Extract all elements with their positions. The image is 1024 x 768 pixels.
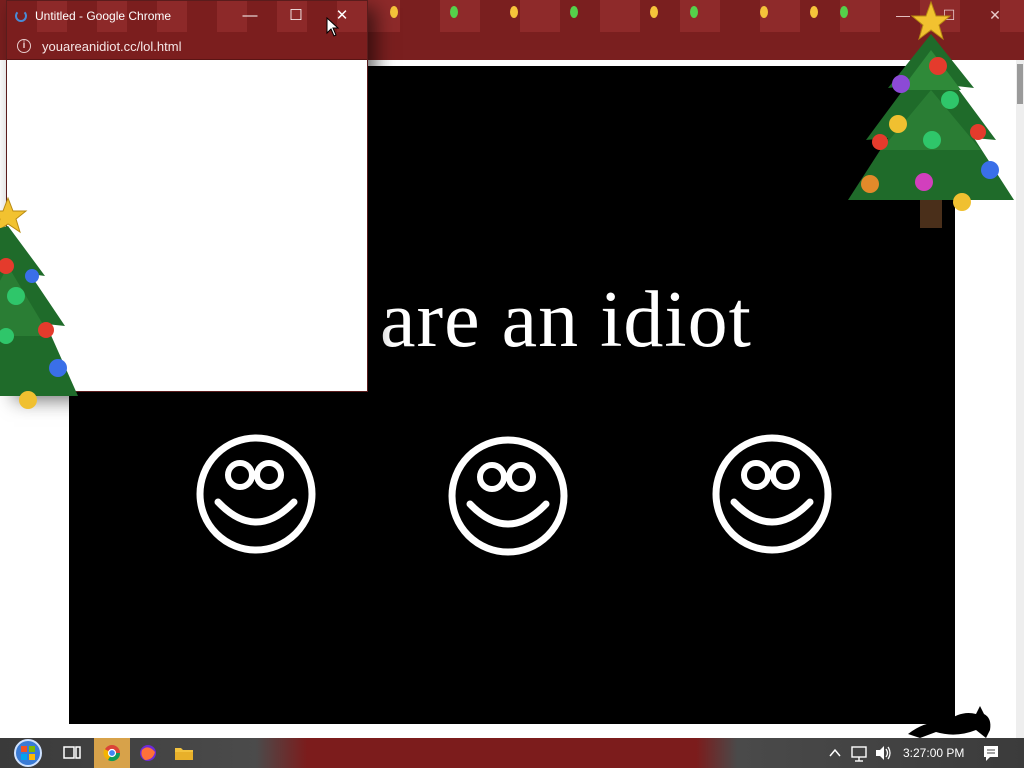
volume-icon[interactable] [874, 738, 892, 768]
mouse-cursor-icon [326, 17, 340, 37]
tray-overflow-chevron-icon[interactable] [828, 738, 842, 768]
taskbar: 3:27:00 PM [0, 738, 1024, 768]
scrollbar-thumb[interactable] [1017, 64, 1023, 104]
popup-address-bar[interactable]: i youareanidiot.cc/lol.html [7, 32, 367, 60]
smiley-face-icon [448, 436, 568, 556]
black-cat-icon [908, 706, 991, 738]
christmas-tree-icon [848, 0, 1014, 228]
task-view-icon[interactable] [54, 738, 90, 768]
popup-title-bar[interactable]: Untitled - Google Chrome — ☐ ✕ [7, 1, 367, 32]
file-explorer-icon[interactable] [166, 738, 202, 768]
smiley-face-icon [196, 434, 316, 554]
taskbar-clock[interactable]: 3:27:00 PM [903, 738, 967, 768]
network-icon[interactable] [850, 738, 868, 768]
christmas-lights-decoration [360, 0, 880, 30]
popup-url-text[interactable]: youareanidiot.cc/lol.html [42, 39, 181, 54]
firefox-icon[interactable] [130, 738, 166, 768]
popup-minimize-button[interactable]: — [227, 1, 273, 32]
popup-maximize-button[interactable]: ☐ [273, 1, 319, 32]
start-orb-icon[interactable] [8, 738, 48, 768]
desktop: — ☐ ✕ are an idiot Untitled - Google Chr… [0, 0, 1024, 768]
background-scrollbar[interactable] [1016, 60, 1024, 738]
site-info-icon[interactable]: i [17, 39, 31, 53]
popup-window-title: Untitled - Google Chrome [35, 9, 172, 23]
christmas-tree-icon [0, 196, 78, 409]
chrome-icon[interactable] [94, 738, 130, 768]
smiley-face-icon [712, 434, 832, 554]
action-center-icon[interactable] [982, 738, 1002, 768]
loading-spinner-icon [15, 10, 27, 22]
headline-text: are an idiot [380, 276, 752, 364]
